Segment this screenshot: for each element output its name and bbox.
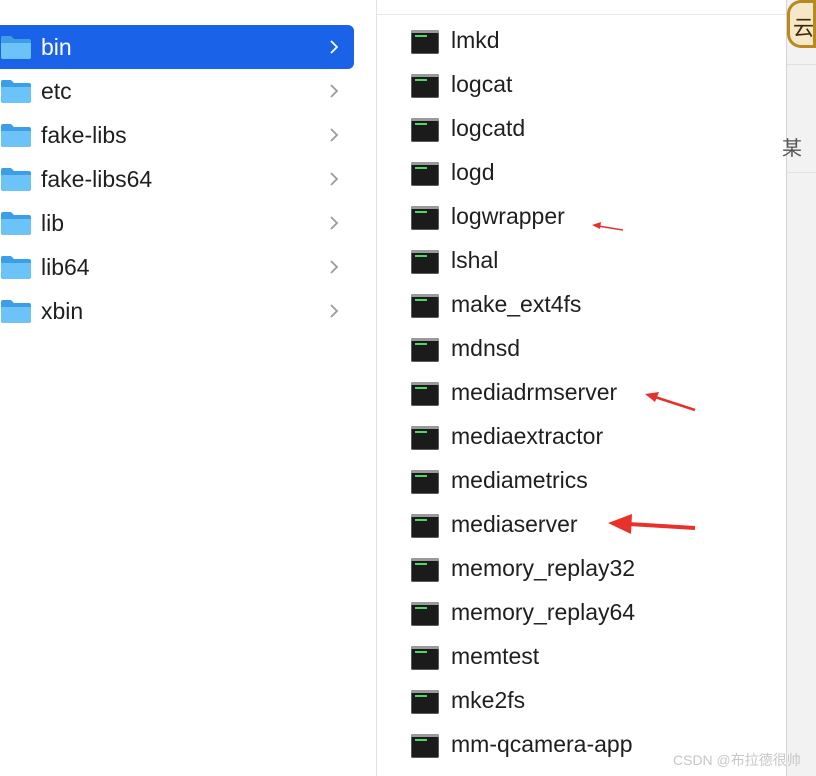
folder-label: fake-libs [41, 122, 127, 148]
file-label: mediametrics [451, 467, 588, 493]
file-item[interactable]: mediaserver [377, 502, 786, 546]
folder-icon [1, 300, 31, 323]
background-window-edge: 云 某 [782, 0, 816, 776]
cloud-button[interactable]: 云 [787, 0, 816, 48]
file-label: logcatd [451, 115, 526, 141]
file-label: lshal [451, 247, 499, 273]
folder-icon [1, 36, 31, 59]
file-item[interactable]: logwrapper [377, 194, 786, 238]
file-label: logcat [451, 71, 513, 97]
file-label: mediaserver [451, 511, 578, 537]
folder-label: xbin [41, 298, 84, 324]
chevron-right-icon [330, 128, 338, 142]
divider [787, 64, 816, 65]
folder-label: bin [41, 34, 72, 60]
file-item[interactable]: mke2fs [377, 678, 786, 722]
file-label: lmkd [451, 27, 500, 53]
terminal-icon [411, 338, 439, 362]
folder-icon [1, 80, 31, 103]
terminal-icon [411, 602, 439, 626]
folder-item-xbin[interactable]: xbin [0, 289, 354, 333]
folder-item-fake-libs64[interactable]: fake-libs64 [0, 157, 354, 201]
file-label: memory_replay32 [451, 555, 636, 581]
terminal-icon [411, 690, 439, 714]
file-label: memory_replay64 [451, 599, 636, 625]
chevron-right-icon [330, 40, 338, 54]
file-label: mediaextractor [451, 423, 604, 449]
file-item[interactable]: memory_replay32 [377, 546, 786, 590]
file-label: mdnsd [451, 335, 521, 361]
terminal-icon [411, 514, 439, 538]
file-item[interactable]: mediadrmserver [377, 370, 786, 414]
chevron-right-icon [330, 172, 338, 186]
file-item[interactable]: mediaextractor [377, 414, 786, 458]
divider [787, 172, 816, 173]
folder-column[interactable]: bin etc fake-libs fake-libs64 lib lib64 … [0, 0, 377, 776]
chevron-right-icon [330, 260, 338, 274]
folder-icon [1, 256, 31, 279]
terminal-icon [411, 250, 439, 274]
terminal-icon [411, 470, 439, 494]
file-item[interactable]: make_ext4fs [377, 282, 786, 326]
chevron-right-icon [330, 216, 338, 230]
folder-icon [1, 212, 31, 235]
terminal-icon [411, 382, 439, 406]
folder-item-bin[interactable]: bin [0, 25, 354, 69]
file-item[interactable]: memory_replay64 [377, 590, 786, 634]
terminal-icon [411, 294, 439, 318]
folder-item-etc[interactable]: etc [0, 69, 354, 113]
terminal-icon [411, 118, 439, 142]
folder-item-fake-libs[interactable]: fake-libs [0, 113, 354, 157]
finder-window: bin etc fake-libs fake-libs64 lib lib64 … [0, 0, 787, 776]
chevron-right-icon [330, 84, 338, 98]
folder-label: fake-libs64 [41, 166, 153, 192]
folder-item-lib64[interactable]: lib64 [0, 245, 354, 289]
file-label: memtest [451, 643, 540, 669]
terminal-icon [411, 30, 439, 54]
folder-label: etc [41, 78, 72, 104]
file-item[interactable]: mdnsd [377, 326, 786, 370]
file-label: mediadrmserver [451, 379, 618, 405]
file-label: mm-qcamera-app [451, 731, 633, 757]
file-item[interactable]: logcatd [377, 106, 786, 150]
terminal-icon [411, 646, 439, 670]
file-item[interactable]: mediametrics [377, 458, 786, 502]
partial-label: 某 [782, 138, 802, 160]
file-label: mke2fs [451, 687, 526, 713]
file-item[interactable]: logd [377, 150, 786, 194]
watermark: CSDN @布拉德很帅 [673, 752, 801, 768]
file-item[interactable]: memtest [377, 634, 786, 678]
terminal-icon [411, 206, 439, 230]
file-item[interactable]: lshal [377, 238, 786, 282]
terminal-icon [411, 558, 439, 582]
folder-label: lib64 [41, 254, 90, 280]
folder-item-lib[interactable]: lib [0, 201, 354, 245]
terminal-icon [411, 426, 439, 450]
file-column[interactable]: lmkd logcat logcatd logd logwrapper lsha… [377, 15, 786, 776]
folder-label: lib [41, 210, 65, 236]
terminal-icon [411, 162, 439, 186]
terminal-icon [411, 74, 439, 98]
terminal-icon [411, 734, 439, 758]
file-item[interactable]: lmkd [377, 18, 786, 62]
file-item[interactable]: logcat [377, 62, 786, 106]
chevron-right-icon [330, 304, 338, 318]
folder-icon [1, 168, 31, 191]
file-label: logd [451, 159, 495, 185]
folder-icon [1, 124, 31, 147]
file-label: logwrapper [451, 203, 565, 229]
file-label: make_ext4fs [451, 291, 582, 317]
cloud-button-label: 云 [793, 17, 814, 40]
